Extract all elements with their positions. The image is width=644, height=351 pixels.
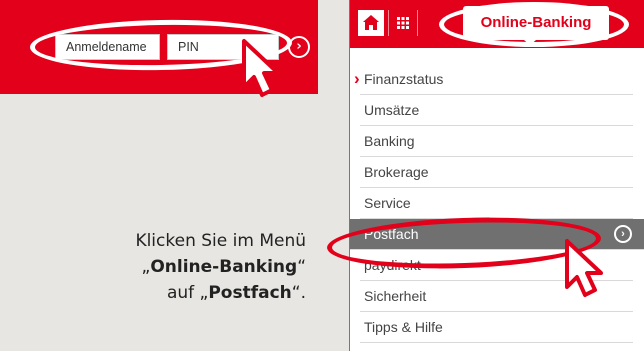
instruction-line-1: Klicken Sie im Menü [135,231,306,251]
menu-item-service[interactable]: Service [360,188,633,219]
instruction-suffix: “. [291,283,306,303]
apps-grid-button[interactable] [388,10,418,36]
menu-item-umsaetze[interactable]: Umsätze [360,95,633,126]
instruction-line-3: auf „Postfach“. [70,280,306,306]
cursor-icon [242,39,280,97]
top-navigation-bar: Online-Banking [350,0,644,48]
menu-item-tipps-hilfe[interactable]: Tipps & Hilfe [360,312,633,343]
highlight-ring-tab [439,2,629,47]
instruction-text: Klicken Sie im Menü „Online-Banking“ auf… [70,228,306,306]
home-button[interactable] [358,10,384,36]
menu-item-brokerage[interactable]: Brokerage [360,157,633,188]
instruction-line-2: „Online-Banking“ [70,254,306,280]
menu-item-finanzstatus[interactable]: Finanzstatus [354,63,633,95]
instruction-menu-name: Online-Banking [150,257,298,277]
menu-item-banking[interactable]: Banking [360,126,633,157]
instruction-prefix: auf „ [166,283,209,303]
grid-icon [397,17,409,29]
home-icon [363,15,379,30]
cursor-icon [565,239,603,297]
instruction-item-name: Postfach [208,283,292,303]
quote-close: “ [297,257,306,277]
